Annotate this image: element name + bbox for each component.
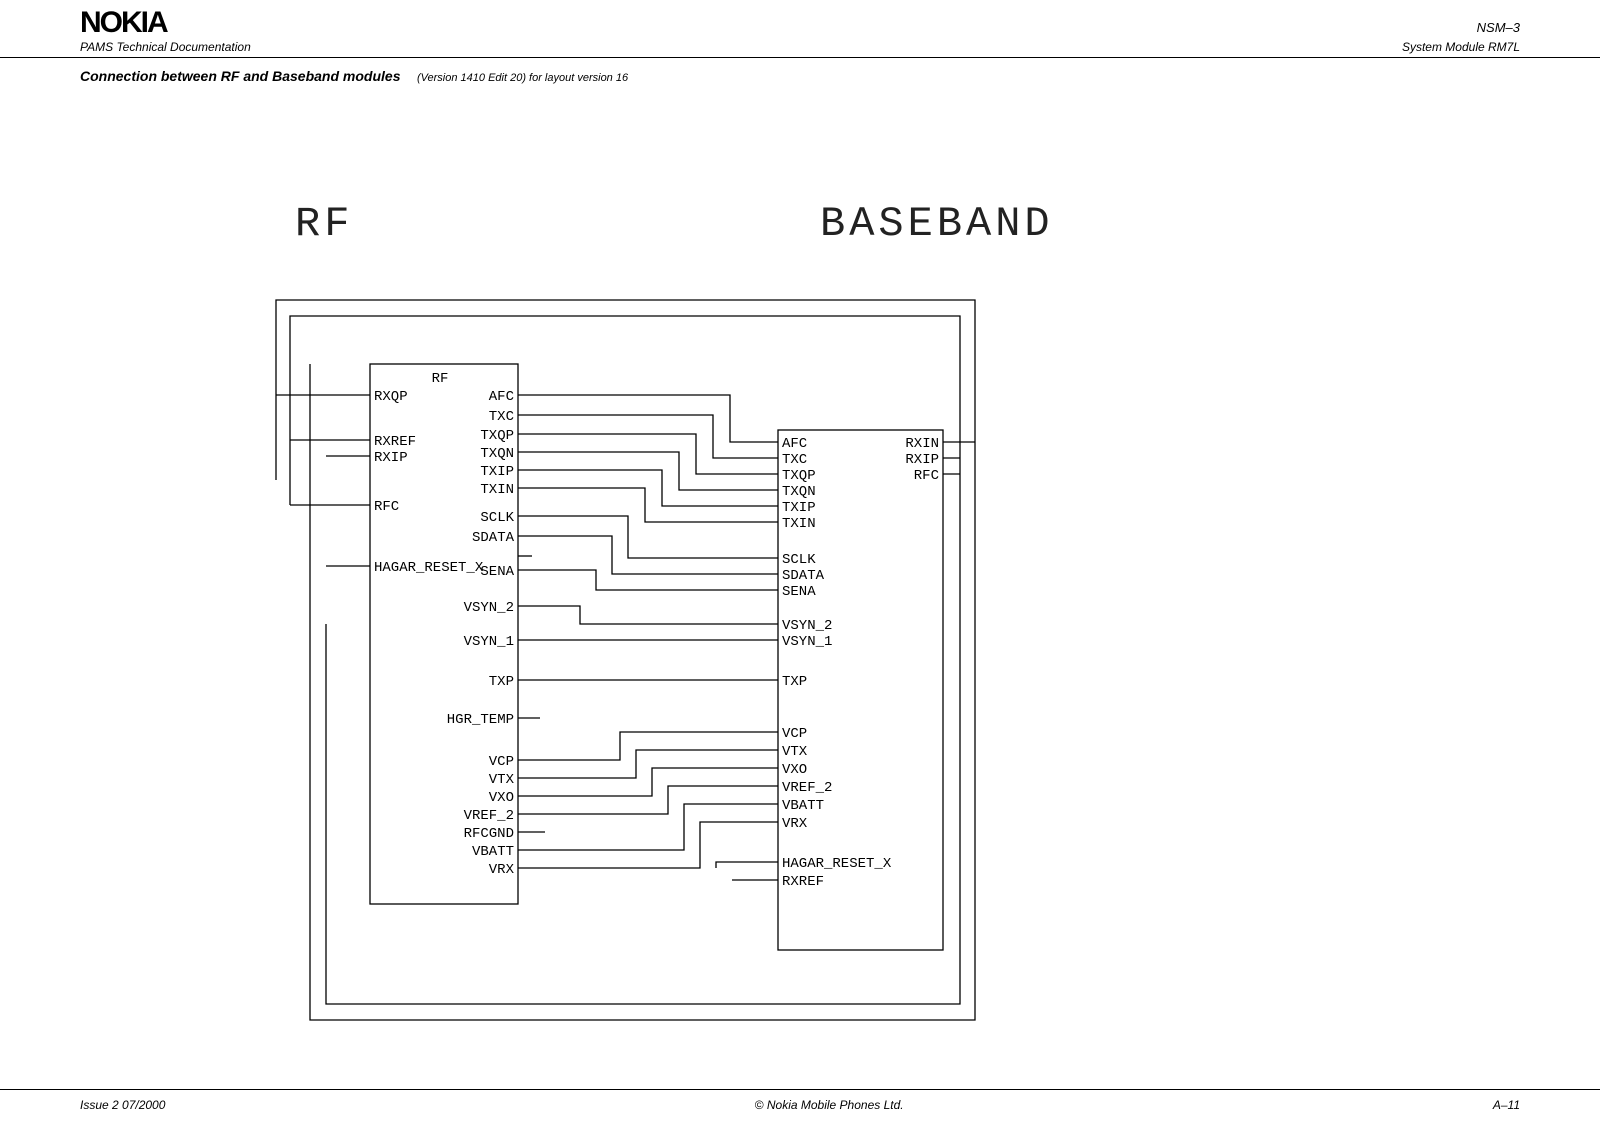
rf-pin-right: SDATA xyxy=(472,530,515,546)
rf-pin-right: VSYN_2 xyxy=(464,600,514,616)
footer-center: © Nokia Mobile Phones Ltd. xyxy=(755,1098,904,1112)
bb-pin-left: VRX xyxy=(782,816,808,832)
bb-pin-left: VCP xyxy=(782,726,807,742)
rf-pin-left: RXIP xyxy=(374,450,408,466)
bb-pin-left: VSYN_1 xyxy=(782,634,832,650)
footer-left: Issue 2 07/2000 xyxy=(80,1098,165,1112)
bb-pin-left: TXIN xyxy=(782,516,816,532)
rf-pin-right: VREF_2 xyxy=(464,808,514,824)
rf-pin-right: VXO xyxy=(489,790,514,806)
bb-pin-left: VXO xyxy=(782,762,807,778)
rf-pin-left: RXREF xyxy=(374,434,416,450)
bb-pin-left: VTX xyxy=(782,744,808,760)
bb-pin-left: AFC xyxy=(782,436,807,452)
rf-pin-right: VCP xyxy=(489,754,514,770)
rf-pin-right: VTX xyxy=(489,772,515,788)
rf-pin-right: VSYN_1 xyxy=(464,634,514,650)
rf-pin-right: VBATT xyxy=(472,844,514,860)
bb-pin-left: SENA xyxy=(782,584,816,600)
bb-pin-left: TXQP xyxy=(782,468,816,484)
bb-pin-left: TXC xyxy=(782,452,807,468)
bb-pin-left: TXQN xyxy=(782,484,816,500)
rf-pin-left: RFC xyxy=(374,499,399,515)
rf-pin-right: RFCGND xyxy=(464,826,514,842)
rf-pin-right: TXC xyxy=(489,409,514,425)
bb-pin-left: VBATT xyxy=(782,798,824,814)
bb-pin-right: RFC xyxy=(914,468,939,484)
rf-pin-right: TXQP xyxy=(480,428,514,444)
rf-pin-left: RXQP xyxy=(374,389,408,405)
rf-pin-left: HAGAR_RESET_X xyxy=(374,560,484,576)
rf-block-title: RF xyxy=(432,371,449,387)
page-footer: Issue 2 07/2000 © Nokia Mobile Phones Lt… xyxy=(0,1089,1600,1112)
rf-pin-right: HGR_TEMP xyxy=(447,712,514,728)
rf-pin-right: SCLK xyxy=(480,510,514,526)
rf-pin-right: AFC xyxy=(489,389,514,405)
bb-pin-left: HAGAR_RESET_X xyxy=(782,856,892,872)
rf-pin-right: VRX xyxy=(489,862,515,878)
connection-diagram: RF RXQP RXREF RXIP RFC HAGAR_RESET_X AFC… xyxy=(0,0,1600,1132)
bb-pin-left: VSYN_2 xyxy=(782,618,832,634)
bb-pin-left: VREF_2 xyxy=(782,780,832,796)
rf-pin-right: TXIP xyxy=(480,464,514,480)
bb-pin-left: SCLK xyxy=(782,552,816,568)
rf-pin-right: SENA xyxy=(480,564,514,580)
bb-pin-left: RXREF xyxy=(782,874,824,890)
bb-pin-left: SDATA xyxy=(782,568,825,584)
rf-pin-right: TXIN xyxy=(480,482,514,498)
bb-pin-right: RXIN xyxy=(905,436,939,452)
bb-pin-left: TXP xyxy=(782,674,807,690)
bb-pin-right: RXIP xyxy=(905,452,939,468)
footer-right: A–11 xyxy=(1493,1098,1520,1112)
bb-pin-left: TXIP xyxy=(782,500,816,516)
rf-pin-right: TXQN xyxy=(480,446,514,462)
rf-pin-right: TXP xyxy=(489,674,514,690)
